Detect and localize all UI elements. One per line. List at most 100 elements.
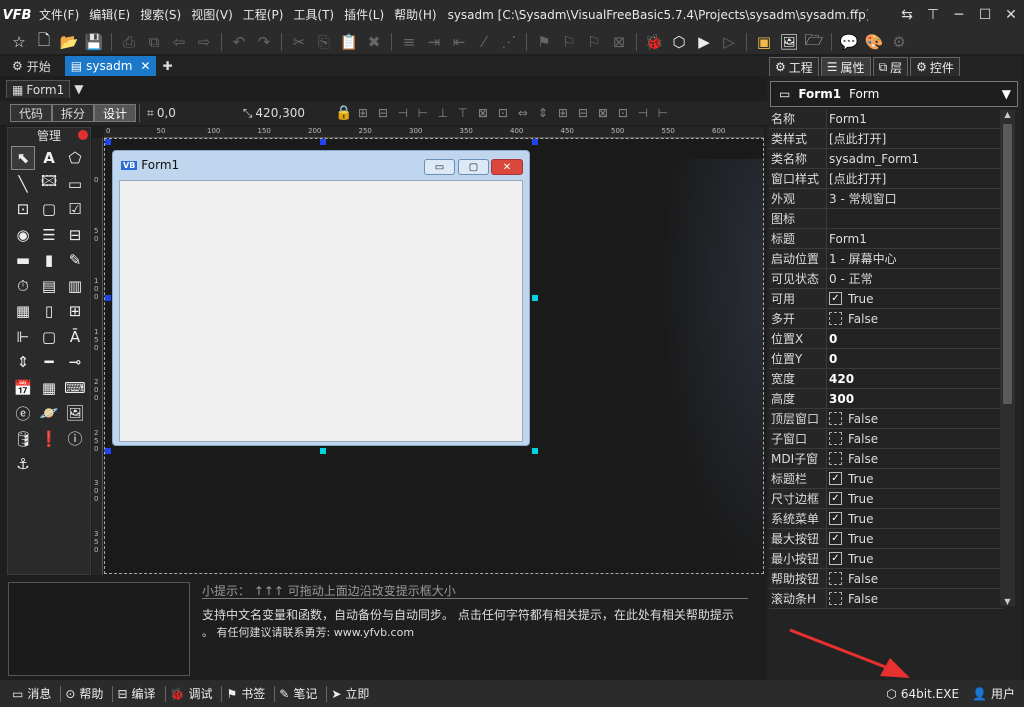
align-icon-15[interactable]: ⊣	[633, 104, 653, 122]
planet-icon[interactable]: 🪐	[37, 401, 61, 425]
pointer-icon[interactable]: ⬉	[11, 146, 35, 170]
folder-icon[interactable]: 🗁	[803, 31, 825, 53]
property-row[interactable]: 最大按钮 ✓ True	[769, 529, 1003, 549]
hscroll-icon[interactable]: ▬	[11, 248, 35, 272]
gallery-icon[interactable]: 🖼	[63, 401, 87, 425]
tab-start[interactable]: ⚙ 开始	[6, 56, 57, 76]
resize-handle-t[interactable]	[320, 139, 326, 145]
property-row[interactable]: 位置X 0	[769, 329, 1003, 349]
property-row[interactable]: 系统菜单 ✓ True	[769, 509, 1003, 529]
property-row[interactable]: 名称 Form1	[769, 109, 1003, 129]
radio-icon[interactable]: ◉	[11, 223, 35, 247]
property-row[interactable]: 类名称 sysadm_Form1	[769, 149, 1003, 169]
resize-handle-tl[interactable]	[105, 139, 111, 145]
status-message[interactable]: ▭ 消息	[8, 685, 60, 702]
save-icon[interactable]: 💾	[83, 31, 105, 53]
line-icon[interactable]: ╲	[11, 172, 35, 196]
tab-dropdown-icon[interactable]: ▼	[74, 82, 83, 96]
anchor-icon[interactable]: ⚓	[11, 452, 35, 476]
design-mode-button[interactable]: 设计	[94, 104, 137, 122]
timer-icon[interactable]: ⏱	[11, 274, 35, 298]
resize-handle-r[interactable]	[532, 295, 538, 301]
label-icon[interactable]: A	[37, 146, 61, 170]
palette-icon[interactable]: 🎨	[863, 31, 885, 53]
property-value[interactable]: 300	[827, 389, 1003, 408]
frame-icon[interactable]: ▢	[37, 197, 61, 221]
build-target[interactable]: ⬡ 64bit.EXE	[882, 687, 968, 701]
scroll-up-icon[interactable]: ▲	[1000, 110, 1015, 119]
listview-icon[interactable]: ▥	[63, 274, 87, 298]
align-icon-4[interactable]: ⊢	[413, 104, 433, 122]
checkbox-icon[interactable]: ☑	[63, 197, 87, 221]
property-value[interactable]: 0 - 正常	[827, 269, 1003, 288]
resize-handle-b[interactable]	[320, 448, 326, 454]
menu-item-1[interactable]: 编辑(E)	[84, 0, 135, 30]
align-icon-6[interactable]: ⊤	[453, 104, 473, 122]
outdent-icon[interactable]: ⇤	[448, 31, 470, 53]
align-icon-2[interactable]: ⊟	[373, 104, 393, 122]
undo-icon[interactable]: ↶	[228, 31, 250, 53]
split-mode-button[interactable]: 拆分	[52, 104, 95, 122]
property-row[interactable]: 多开 False	[769, 309, 1003, 329]
ico-icon[interactable]: ⓘ	[63, 427, 87, 451]
property-value[interactable]: False	[827, 309, 1003, 328]
vscroll-icon[interactable]: ▮	[37, 248, 61, 272]
align-icon-1[interactable]: ⊞	[353, 104, 373, 122]
checkbox[interactable]: ✓	[829, 532, 842, 545]
property-row[interactable]: 窗口样式 [点此打开]	[769, 169, 1003, 189]
align-icon-14[interactable]: ⊡	[613, 104, 633, 122]
shapes-icon[interactable]: ⬠	[63, 146, 87, 170]
property-value[interactable]: False	[827, 589, 1003, 608]
property-value[interactable]: ✓ True	[827, 289, 1003, 308]
property-value[interactable]: ✓ True	[827, 549, 1003, 568]
hotkey-icon[interactable]: ⌨	[63, 376, 87, 400]
property-value[interactable]	[827, 209, 1003, 228]
checkbox[interactable]	[829, 432, 842, 445]
tab-properties[interactable]: ☰ 属性	[820, 57, 871, 76]
listbox-icon[interactable]: ☰	[37, 223, 61, 247]
indent-icon[interactable]: ⇥	[423, 31, 445, 53]
run-icon[interactable]: ▶	[693, 31, 715, 53]
align-icon-7[interactable]: ⊠	[473, 104, 493, 122]
property-value[interactable]: 0	[827, 329, 1003, 348]
tab-layers[interactable]: ⧉ 层	[872, 57, 909, 76]
back-icon[interactable]: ⇦	[168, 31, 190, 53]
resize-handle-l[interactable]	[105, 295, 111, 301]
property-row[interactable]: 宽度 420	[769, 369, 1003, 389]
align-icon-8[interactable]: ⊡	[493, 104, 513, 122]
menu-item-7[interactable]: 帮助(H)	[389, 0, 441, 30]
resize-handle-br[interactable]	[532, 448, 538, 454]
property-row[interactable]: 图标	[769, 209, 1003, 229]
forward-icon[interactable]: ⇨	[193, 31, 215, 53]
print-icon[interactable]: ⎙	[118, 31, 140, 53]
property-row[interactable]: 滚动条H False	[769, 589, 1003, 609]
property-row[interactable]: 子窗口 False	[769, 429, 1003, 449]
tab-controls[interactable]: ⚙ 控件	[910, 57, 960, 76]
align-icon-13[interactable]: ⊠	[593, 104, 613, 122]
status-compile[interactable]: ⊟ 编译	[113, 685, 164, 702]
property-scrollbar[interactable]: ▲ ▼	[1000, 110, 1015, 606]
checkbox[interactable]: ✓	[829, 552, 842, 565]
flag-prev-icon[interactable]: ⚐	[583, 31, 605, 53]
redo-icon[interactable]: ↷	[253, 31, 275, 53]
align-icon-11[interactable]: ⊞	[553, 104, 573, 122]
design-canvas[interactable]: VB Form1 ▭ ▢ ✕	[104, 138, 764, 574]
uncomment-icon[interactable]: ⋰	[498, 31, 520, 53]
status-note[interactable]: ✎ 笔记	[275, 685, 326, 702]
maximize-button[interactable]: ☐	[972, 0, 998, 30]
property-row[interactable]: MDI子窗 False	[769, 449, 1003, 469]
lock-icon[interactable]: 🔒	[335, 105, 352, 121]
property-value[interactable]: 420	[827, 369, 1003, 388]
menu-item-4[interactable]: 工程(P)	[238, 0, 289, 30]
status-send[interactable]: ➤ 立即	[327, 685, 378, 702]
property-value[interactable]: False	[827, 569, 1003, 588]
property-value[interactable]: False	[827, 429, 1003, 448]
form-designer-window[interactable]: VB Form1 ▭ ▢ ✕	[112, 150, 530, 446]
close-button[interactable]: ✕	[998, 0, 1024, 30]
checkbox[interactable]	[829, 312, 842, 325]
resize-handle-tr[interactable]	[532, 139, 538, 145]
alert-icon[interactable]: ❗	[37, 427, 61, 451]
browser-icon[interactable]: ⓔ	[11, 401, 35, 425]
flag-icon[interactable]: ⚑	[533, 31, 555, 53]
property-row[interactable]: 启动位置 1 - 屏幕中心	[769, 249, 1003, 269]
